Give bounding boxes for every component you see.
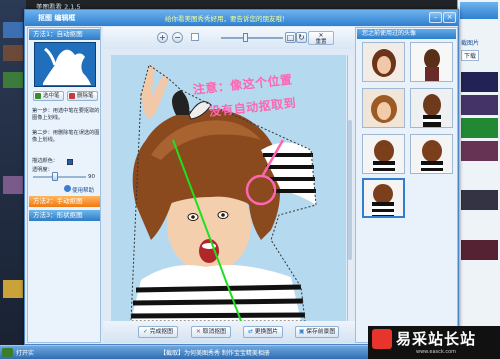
dialog-titlebar[interactable]: 抠图 编辑框 给你看美图秀秀好用，要告诉您的朋友哦！ – ×	[25, 10, 458, 26]
reset-label: 重置	[315, 39, 327, 45]
dialog-marquee: 给你看美图秀秀好用，要告诉您的朋友哦！	[165, 15, 289, 23]
reset-button[interactable]: ✕ 重置	[308, 31, 334, 45]
avatar-thumb[interactable]	[410, 134, 453, 174]
erase-label: 删除笔	[77, 93, 94, 99]
help-link[interactable]: 使用帮助	[72, 186, 94, 194]
method2-header[interactable]: 方法2：手动抠图	[29, 196, 100, 207]
app-title	[460, 2, 498, 19]
taskbar-task[interactable]: 【截取】为何美图秀秀 制作宝宝精美相册	[160, 348, 270, 357]
change-image-button[interactable]: ⇄ 更换图片	[243, 326, 283, 338]
stroke-color-swatch[interactable]	[67, 159, 73, 165]
zoom-in-icon[interactable]: +	[157, 32, 168, 43]
recent-avatars-header: 您之前使用过的头像	[357, 29, 456, 39]
opacity-label: 透明度：	[32, 167, 53, 173]
app-thumb[interactable]	[461, 95, 498, 115]
save-label: 保存前景图	[306, 329, 336, 335]
image-canvas[interactable]	[111, 55, 346, 321]
portrait-photo	[130, 64, 317, 321]
app-link[interactable]: 截图片	[461, 38, 479, 47]
desktop-icon[interactable]	[3, 45, 23, 61]
preview-thumbnail	[34, 42, 96, 87]
actual-size-icon[interactable]: □	[285, 32, 296, 43]
watermark-cn: 易采站长站	[396, 330, 477, 348]
avatar-thumb-selected[interactable]	[362, 178, 405, 218]
cancel-label: 取消抠图	[202, 329, 226, 335]
minimize-button[interactable]: –	[429, 12, 442, 23]
method3-header[interactable]: 方法3：形状抠图	[29, 210, 100, 221]
app-thumb[interactable]	[461, 141, 498, 161]
cancel-icon: ✕	[196, 329, 201, 335]
step1-instruction: 第一步：用选中笔在要抠取的图像上划线。	[32, 108, 100, 121]
opacity-slider-track[interactable]	[33, 176, 86, 178]
background-app-window: 截图片 下载	[457, 0, 500, 345]
app-thumb[interactable]	[461, 240, 498, 260]
zoom-slider-track[interactable]	[221, 37, 283, 39]
app-thumb[interactable]	[461, 72, 498, 92]
change-label: 更换图片	[254, 329, 278, 335]
opacity-value: 90	[88, 174, 95, 180]
fit-icon[interactable]	[191, 33, 199, 41]
desktop-icon[interactable]	[3, 72, 23, 88]
watermark-en: www.easck.com	[416, 349, 457, 355]
app-thumb[interactable]	[461, 190, 498, 210]
done-label: 完成抠图	[149, 329, 173, 335]
zoom-slider-handle[interactable]	[243, 33, 248, 42]
watermark-logo-icon	[372, 329, 392, 349]
brush-button[interactable]: 选中笔	[33, 91, 64, 101]
recent-avatars-panel: 您之前使用过的头像	[355, 27, 458, 343]
rotate-icon[interactable]: ↻	[296, 32, 307, 43]
avatar-thumb[interactable]	[362, 134, 405, 174]
start-icon[interactable]	[2, 348, 13, 357]
brush-icon	[35, 93, 41, 99]
canvas-scrollbar-thumb[interactable]	[348, 120, 352, 260]
save-foreground-button[interactable]: ▣ 保存前景图	[295, 326, 339, 338]
method-panel: 方法1：自动抠图 选中笔 删除笔 第一步：用选中笔在要抠取的图像上划线。 第二步…	[27, 27, 101, 343]
taskbar-start-label[interactable]: 打开实	[16, 348, 34, 357]
app-tab-download[interactable]: 下载	[461, 50, 480, 61]
close-icon[interactable]: ×	[443, 12, 456, 23]
change-icon: ⇄	[248, 329, 253, 335]
color-label: 描边颜色：	[32, 158, 58, 164]
cancel-cutout-button[interactable]: ✕ 取消抠图	[191, 326, 231, 338]
desktop-icon[interactable]	[3, 22, 23, 38]
method1-header[interactable]: 方法1：自动抠图	[29, 29, 100, 40]
step2-instruction: 第二步：用删除笔在误选的图像上划线。	[32, 130, 100, 143]
save-icon: ▣	[298, 329, 305, 335]
avatar-thumb[interactable]	[362, 88, 405, 128]
opacity-slider-handle[interactable]	[52, 172, 58, 181]
app-thumb[interactable]	[461, 118, 498, 138]
watermark: 易采站长站 www.easck.com	[368, 326, 500, 359]
desktop-left-strip	[0, 0, 26, 345]
zoom-toolbar: + − □ ↻ ✕ 重置	[103, 27, 373, 49]
dialog-title: 抠图 编辑框	[38, 14, 76, 22]
avatar-thumb[interactable]	[410, 88, 453, 128]
help-icon[interactable]	[64, 185, 71, 192]
erase-icon	[69, 93, 75, 99]
desktop-icon[interactable]	[3, 176, 23, 194]
erase-button[interactable]: 删除笔	[67, 91, 98, 101]
brush-label: 选中笔	[43, 93, 60, 99]
avatar-thumb[interactable]	[362, 42, 405, 82]
zoom-out-icon[interactable]: −	[172, 32, 183, 43]
desktop-icon[interactable]	[3, 280, 23, 298]
done-icon: ✓	[143, 329, 148, 335]
done-cutout-button[interactable]: ✓ 完成抠图	[138, 326, 178, 338]
cutout-dialog: 抠图 编辑框 给你看美图秀秀好用，要告诉您的朋友哦！ – × 方法1：自动抠图 …	[24, 9, 459, 345]
avatar-thumb[interactable]	[410, 42, 453, 82]
